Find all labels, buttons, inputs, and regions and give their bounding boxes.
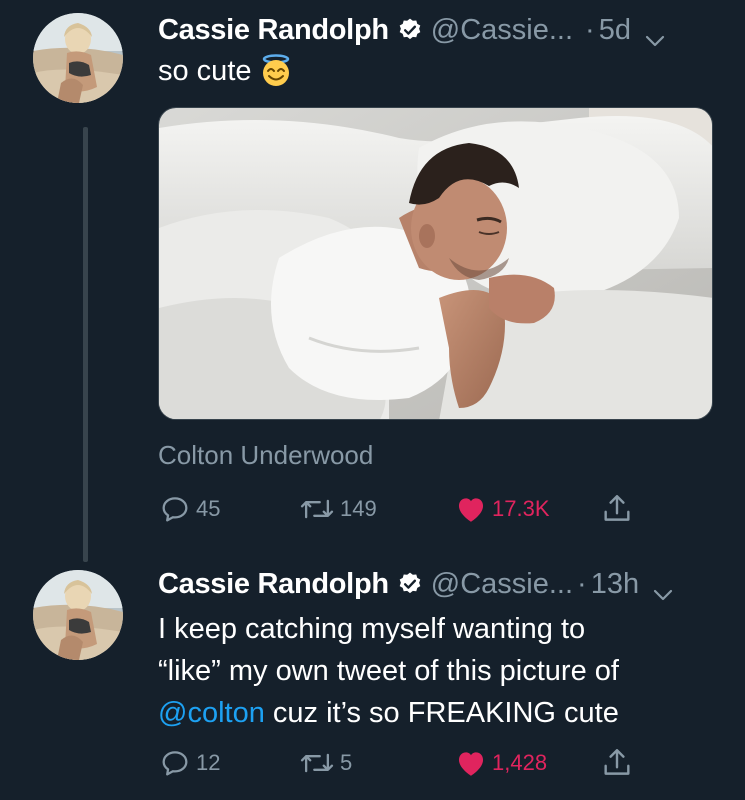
verified-badge-icon [397,571,423,597]
display-name[interactable]: Cassie Randolph [158,568,389,601]
avatar-photo [33,13,123,103]
timestamp[interactable]: 13h [591,568,639,601]
reply-icon [158,492,192,526]
separator-dot: · [577,567,587,600]
smiling-face-with-halo-icon [258,52,294,88]
retweet-icon [298,492,336,526]
tweet-actions: 12 5 1,428 [158,746,638,780]
tweet-text-line: I keep catching myself wanting to [158,613,586,645]
tweet-text: I keep catching myself wanting to “like”… [158,608,728,734]
tweet-text-rest: cuz it’s so FREAKING cute [264,697,619,729]
avatar[interactable] [33,570,123,660]
sleeping-man-photo [159,108,712,419]
reply-count: 45 [196,496,221,521]
chevron-down-icon[interactable] [653,577,673,601]
like-count: 17.3K [492,496,550,521]
share-button[interactable] [600,492,634,526]
like-button[interactable]: 17.3K [454,492,550,526]
reply-icon [158,746,192,780]
retweet-button[interactable]: 5 [298,746,352,780]
retweet-count: 149 [340,496,377,521]
avatar[interactable] [33,13,123,103]
like-button[interactable]: 1,428 [454,746,547,780]
like-count: 1,428 [492,750,548,775]
tweet-actions: 45 149 17.3K [158,492,638,526]
tweet-text-line: “like” my own tweet of this picture of [158,655,619,687]
tweet-media-photo[interactable] [158,107,713,420]
retweet-count: 5 [340,750,353,775]
mention-link[interactable]: @colton [158,697,265,729]
tweet-text-content: so cute [158,55,252,87]
share-icon [600,492,634,526]
share-icon [600,746,634,780]
share-button[interactable] [600,746,634,780]
chevron-down-icon[interactable] [645,23,665,47]
tweet-2[interactable]: Cassie Randolph @Cassie... · 13h I keep … [0,560,745,800]
tweet-1[interactable]: Cassie Randolph @Cassie... · 5d so cute [0,0,745,562]
tweet-text: so cute [158,50,728,92]
reply-button[interactable]: 12 [158,746,220,780]
retweet-icon [298,746,336,780]
user-handle[interactable]: @Cassie... [431,568,573,601]
separator-dot: · [585,13,595,46]
tweet-header: Cassie Randolph @Cassie... · 13h [158,566,673,602]
timestamp[interactable]: 5d [599,14,631,47]
heart-icon [454,746,488,780]
user-handle[interactable]: @Cassie... [431,14,573,47]
tweet-header: Cassie Randolph @Cassie... · 5d [158,12,665,48]
heart-icon [454,492,488,526]
display-name[interactable]: Cassie Randolph [158,14,389,47]
reply-button[interactable]: 45 [158,492,220,526]
tweet-text-line: @colton cuz it’s so FREAKING cute [158,692,728,734]
photo-tag[interactable]: Colton Underwood [158,440,373,471]
retweet-button[interactable]: 149 [298,492,377,526]
thread-line [83,127,88,562]
reply-count: 12 [196,750,221,775]
verified-badge-icon [397,17,423,43]
avatar-photo [33,570,123,660]
